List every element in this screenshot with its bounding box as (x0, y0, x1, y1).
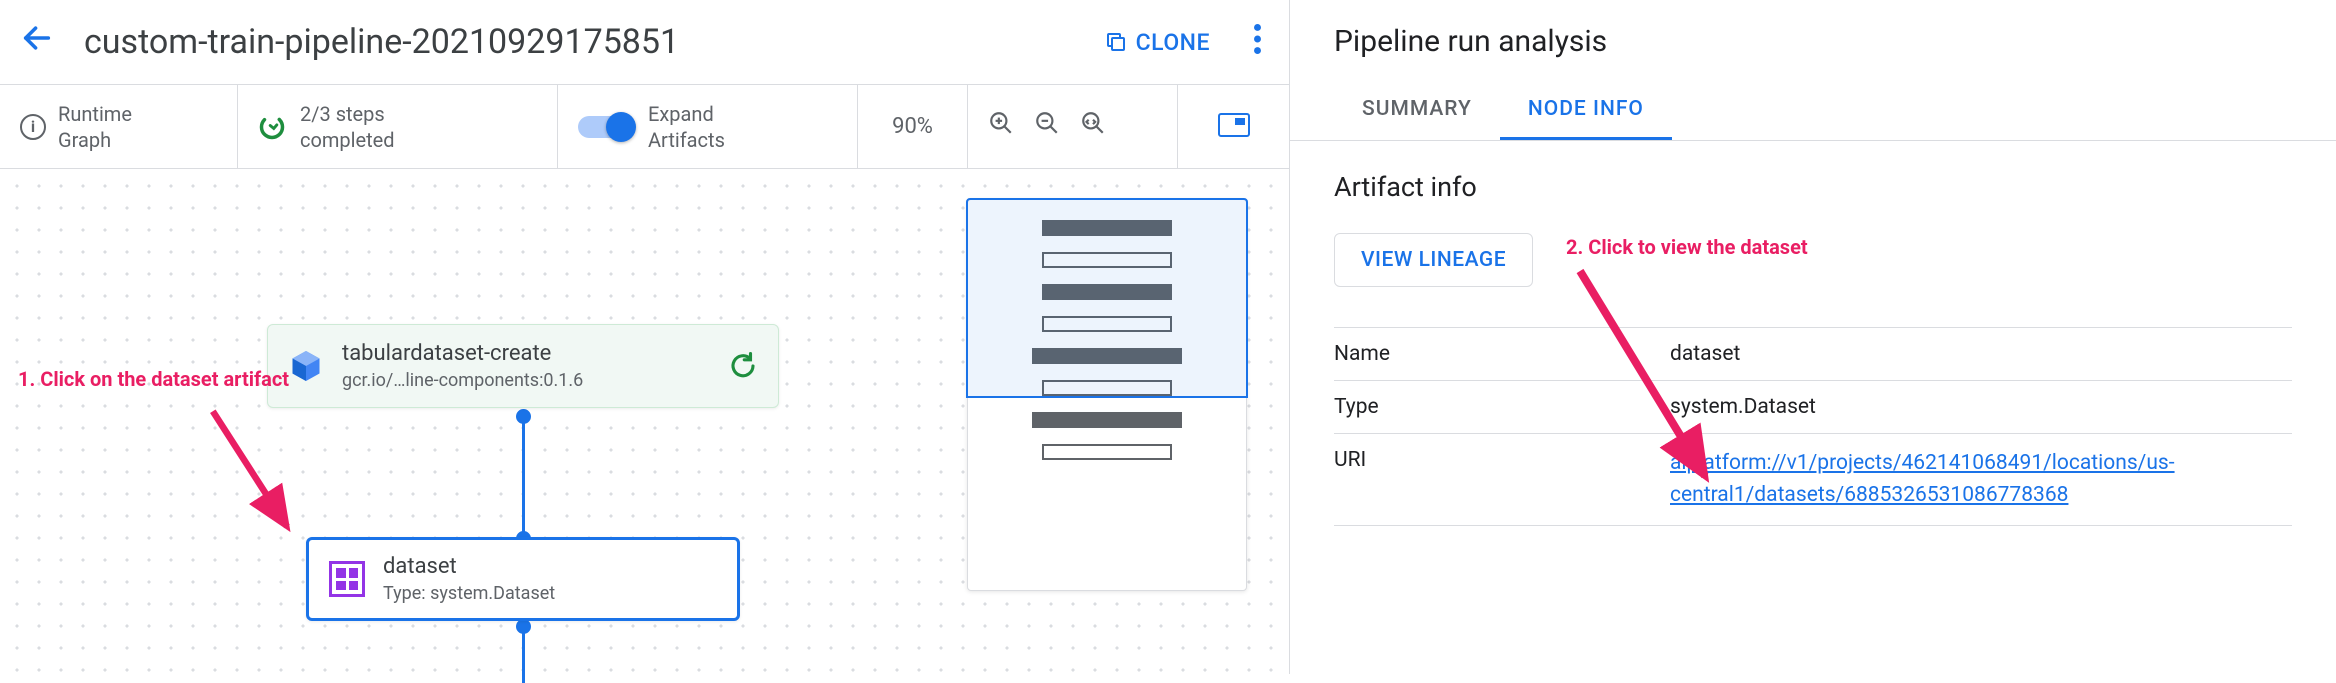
node-subtitle: Type: system.Dataset (383, 583, 717, 604)
zoom-reset-icon[interactable] (1080, 110, 1106, 143)
edge-port (516, 619, 531, 634)
pipeline-canvas[interactable]: tabulardataset-create gcr.io/…line-compo… (0, 169, 1289, 674)
table-row: Type system.Dataset (1334, 380, 2292, 433)
table-row: URI aiplatform://v1/projects/46214106849… (1334, 433, 2292, 526)
dataset-artifact-icon (329, 561, 365, 597)
view-lineage-button[interactable]: VIEW LINEAGE (1334, 233, 1533, 287)
minimap-node (1042, 444, 1172, 460)
callout-annotation: 2. Click to view the dataset (1566, 235, 1846, 259)
callout-annotation: 1. Click on the dataset artifact (18, 367, 289, 391)
callout-arrow-icon (194, 403, 314, 543)
tab-summary[interactable]: SUMMARY (1334, 79, 1500, 140)
edge-line (522, 415, 525, 539)
node-title: dataset (383, 554, 717, 579)
cube-icon (288, 348, 324, 384)
cached-icon (728, 351, 758, 381)
artifact-info-heading: Artifact info (1334, 171, 2292, 203)
minimap-node (1032, 412, 1182, 428)
expand-artifacts-toggle[interactable] (578, 116, 634, 138)
node-title: tabulardataset-create (342, 341, 710, 366)
runtime-graph-label: Runtime Graph (58, 101, 132, 153)
progress-spinner-icon (258, 113, 286, 141)
minimap-node (1042, 220, 1172, 236)
minimap-node (1032, 348, 1182, 364)
more-menu-button[interactable] (1246, 16, 1269, 69)
minimap-node (1042, 252, 1172, 268)
row-value: system.Dataset (1670, 395, 2292, 419)
copy-icon (1104, 30, 1128, 54)
row-label: Name (1334, 342, 1670, 366)
edge-port (516, 409, 531, 424)
expand-artifacts-label: Expand Artifacts (648, 101, 725, 153)
uri-link[interactable]: aiplatform://v1/projects/462141068491/lo… (1670, 448, 2292, 511)
zoom-level: 90% (892, 114, 933, 139)
zoom-out-icon[interactable] (1034, 110, 1060, 143)
minimap-node (1042, 284, 1172, 300)
edge-line (522, 627, 525, 683)
minimap-toggle-button[interactable] (1218, 113, 1250, 141)
back-arrow[interactable] (20, 21, 54, 64)
clone-label: CLONE (1136, 29, 1210, 56)
node-tabulardataset-create[interactable]: tabulardataset-create gcr.io/…line-compo… (267, 324, 779, 408)
row-label: Type (1334, 395, 1670, 419)
steps-completed-label: 2/3 steps completed (300, 101, 395, 153)
clone-button[interactable]: CLONE (1088, 21, 1226, 64)
row-value: dataset (1670, 342, 2292, 366)
table-row: Name dataset (1334, 327, 2292, 380)
page-title: custom-train-pipeline-20210929175851 (84, 22, 1088, 62)
minimap-node (1042, 316, 1172, 332)
zoom-in-icon[interactable] (988, 110, 1014, 143)
tab-node-info[interactable]: NODE INFO (1500, 79, 1672, 140)
info-icon: i (20, 114, 46, 140)
minimap[interactable] (967, 199, 1247, 591)
minimap-node (1042, 380, 1172, 396)
node-subtitle: gcr.io/…line-components:0.1.6 (342, 370, 710, 391)
node-dataset-artifact[interactable]: dataset Type: system.Dataset (306, 537, 740, 621)
right-panel-title: Pipeline run analysis (1334, 24, 2292, 59)
artifact-info-table: Name dataset Type system.Dataset URI aip… (1334, 327, 2292, 526)
row-label: URI (1334, 448, 1670, 472)
